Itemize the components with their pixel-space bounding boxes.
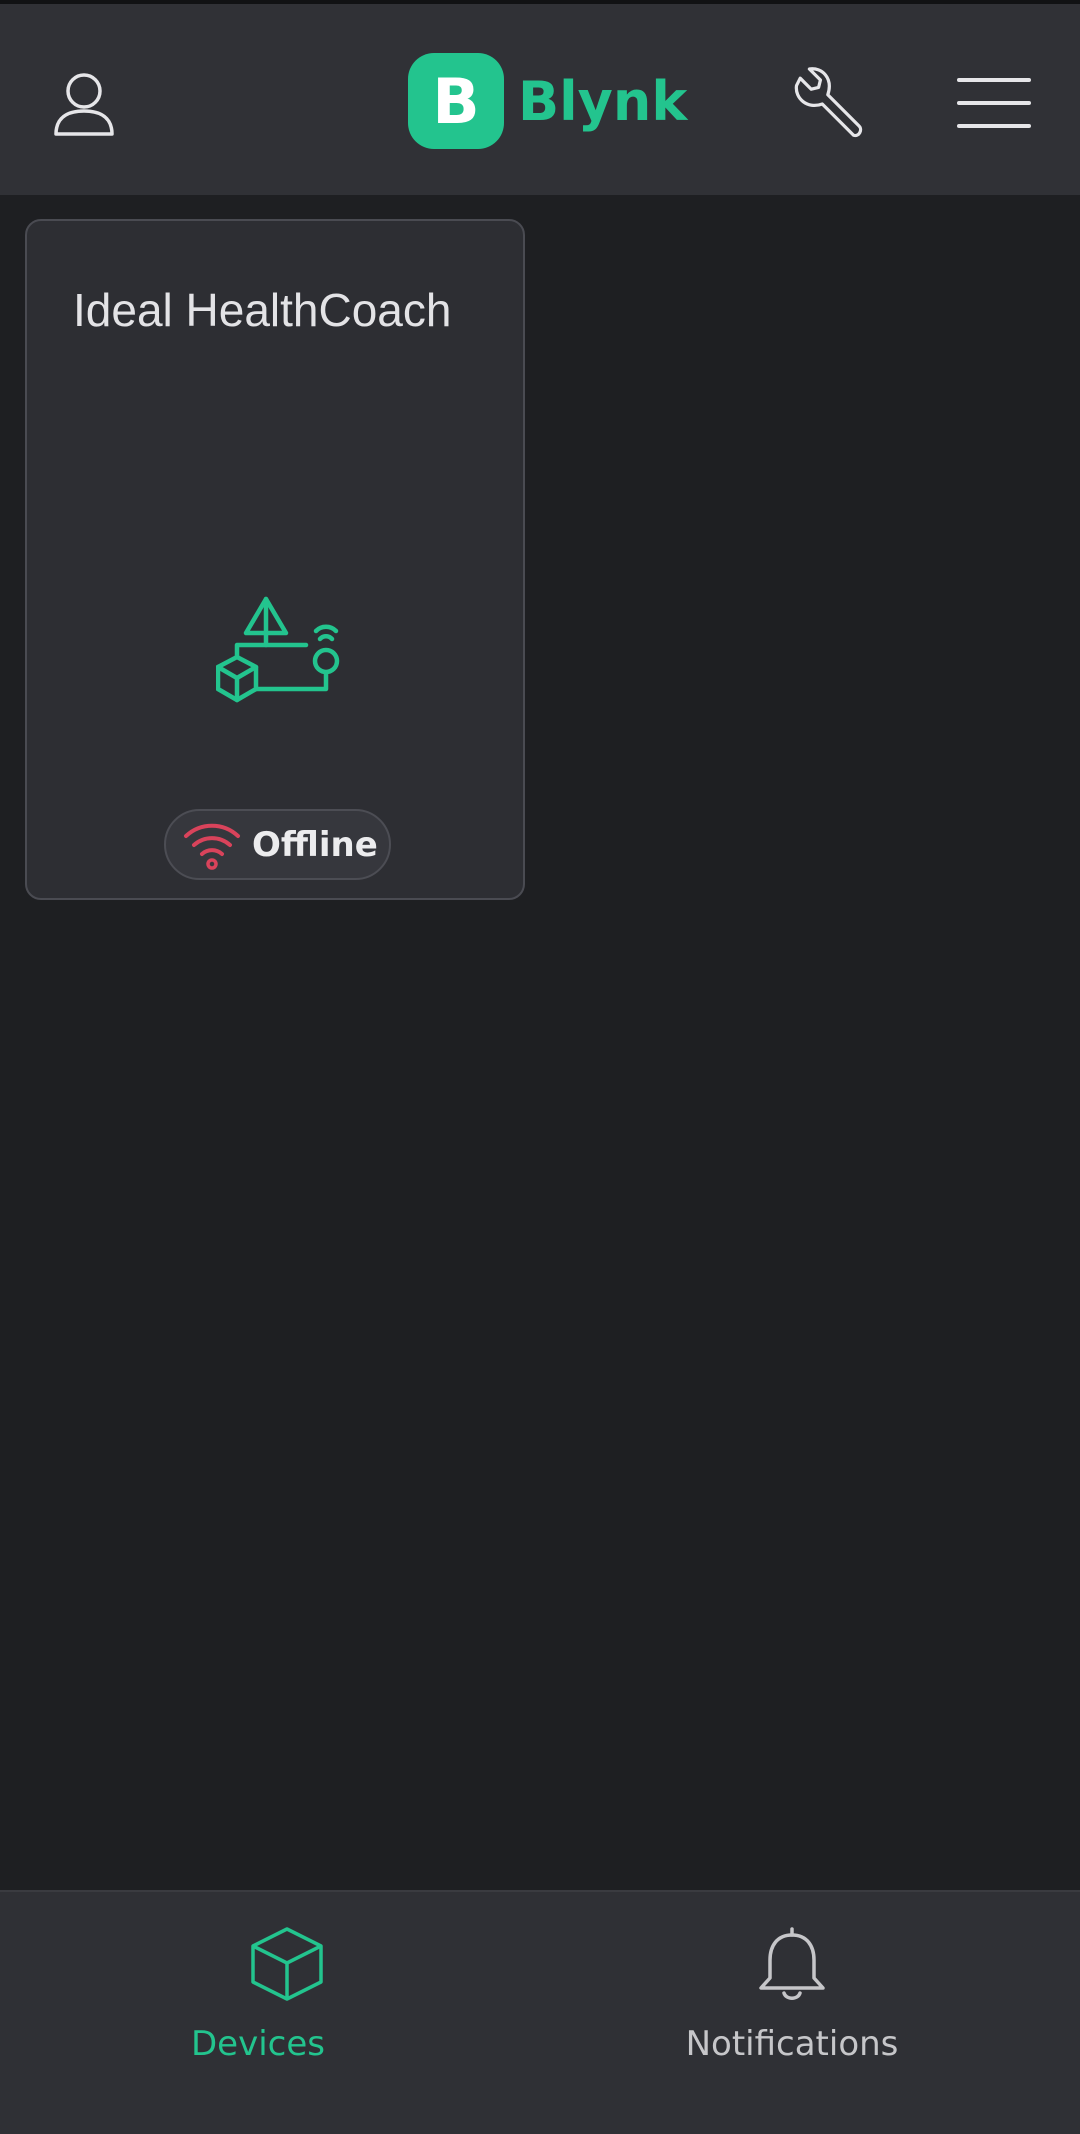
app-header: B Blynk [0,4,1080,195]
tab-devices[interactable]: Devices [16,1892,556,2132]
status-badge: Offline [164,809,391,880]
main-menu-button[interactable] [954,66,1034,140]
device-template-icon [216,596,340,703]
device-name: Ideal HealthCoach [73,284,452,336]
wrench-icon [794,67,863,138]
bell-icon [759,1927,825,2000]
device-card[interactable]: Ideal HealthCoach Offline [25,219,525,900]
tab-devices-label: Devices [191,2024,325,2064]
hamburger-menu-icon [957,78,1031,128]
cube-icon [251,1927,323,2001]
status-text: Offline [252,824,378,865]
bottom-navigation: Devices Notifications [0,1890,1080,2134]
tab-notifications-label: Notifications [685,2024,899,2064]
user-icon [54,73,114,136]
tab-notifications[interactable]: Notifications [522,1892,1062,2132]
logo-text: Blynk [518,69,688,133]
profile-button[interactable] [44,64,124,144]
wifi-off-icon [184,823,240,870]
developer-tools-button[interactable] [784,60,872,148]
logo-badge: B [408,53,504,149]
blynk-logo: B Blynk [408,52,687,150]
